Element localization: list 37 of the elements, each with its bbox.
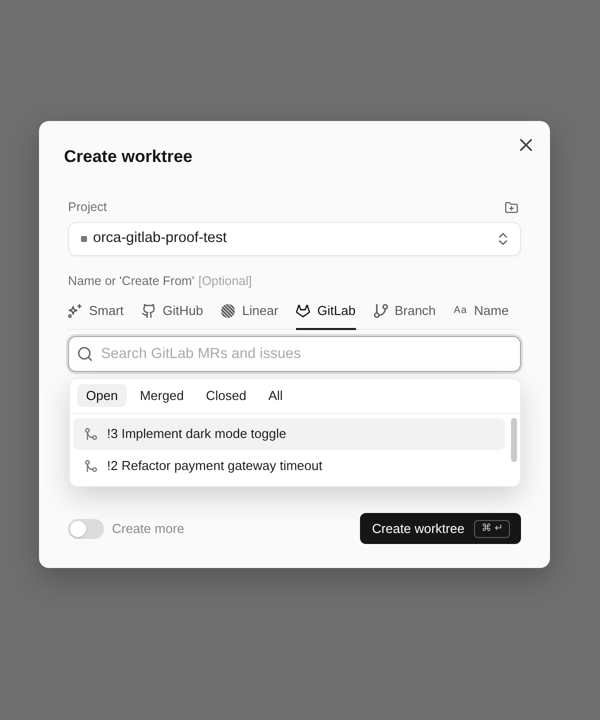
filter-tab[interactable]: Closed: [196, 384, 256, 407]
branch-icon: [374, 304, 388, 318]
source-tab[interactable]: Smart: [68, 303, 124, 330]
create-more-toggle[interactable]: [68, 518, 104, 538]
search-icon: [78, 347, 92, 361]
striped-circle-icon: [221, 304, 236, 318]
result-item[interactable]: !2 Refactor payment gateway timeout: [73, 450, 505, 482]
close-icon: [520, 139, 532, 151]
keyboard-shortcut: ⌘ ↵: [474, 520, 510, 538]
text-case-icon: Aa: [454, 305, 468, 317]
optional-hint: [Optional]: [198, 273, 252, 289]
merge-icon: [85, 428, 97, 440]
source-tab[interactable]: Linear: [221, 303, 278, 330]
filter-tab[interactable]: Merged: [130, 384, 193, 407]
field-label: Project: [68, 199, 107, 215]
merge-icon: [85, 460, 97, 472]
source-tab[interactable]: GitLab: [296, 303, 356, 330]
folder-plus-icon: [505, 202, 518, 212]
project-select[interactable]: orca-gitlab-proof-test: [68, 222, 521, 256]
source-tab[interactable]: Branch: [374, 303, 436, 330]
search-field[interactable]: Search GitLab MRs and issues: [68, 336, 521, 372]
add-folder-button[interactable]: [505, 202, 518, 212]
field-label: Name or 'Create From': [68, 273, 194, 289]
cat-head-icon: [142, 304, 156, 318]
toggle-label: Create more: [112, 520, 184, 538]
source-tab[interactable]: Aa Name: [454, 303, 509, 330]
result-item[interactable]: !3 Implement dark mode toggle: [73, 418, 505, 450]
dialog-title: Create worktree: [64, 147, 193, 167]
filter-tab[interactable]: All: [259, 384, 292, 407]
sparkles-icon: [68, 304, 82, 318]
chevron-up-down-icon: [499, 233, 507, 245]
fox-head-icon: [296, 304, 310, 318]
scrollbar-thumb[interactable]: [511, 418, 517, 462]
create-worktree-button[interactable]: Create worktree ⌘ ↵: [360, 513, 521, 544]
source-tab[interactable]: GitHub: [142, 303, 204, 330]
square-icon: [81, 236, 87, 242]
filter-tab[interactable]: Open: [77, 384, 127, 407]
